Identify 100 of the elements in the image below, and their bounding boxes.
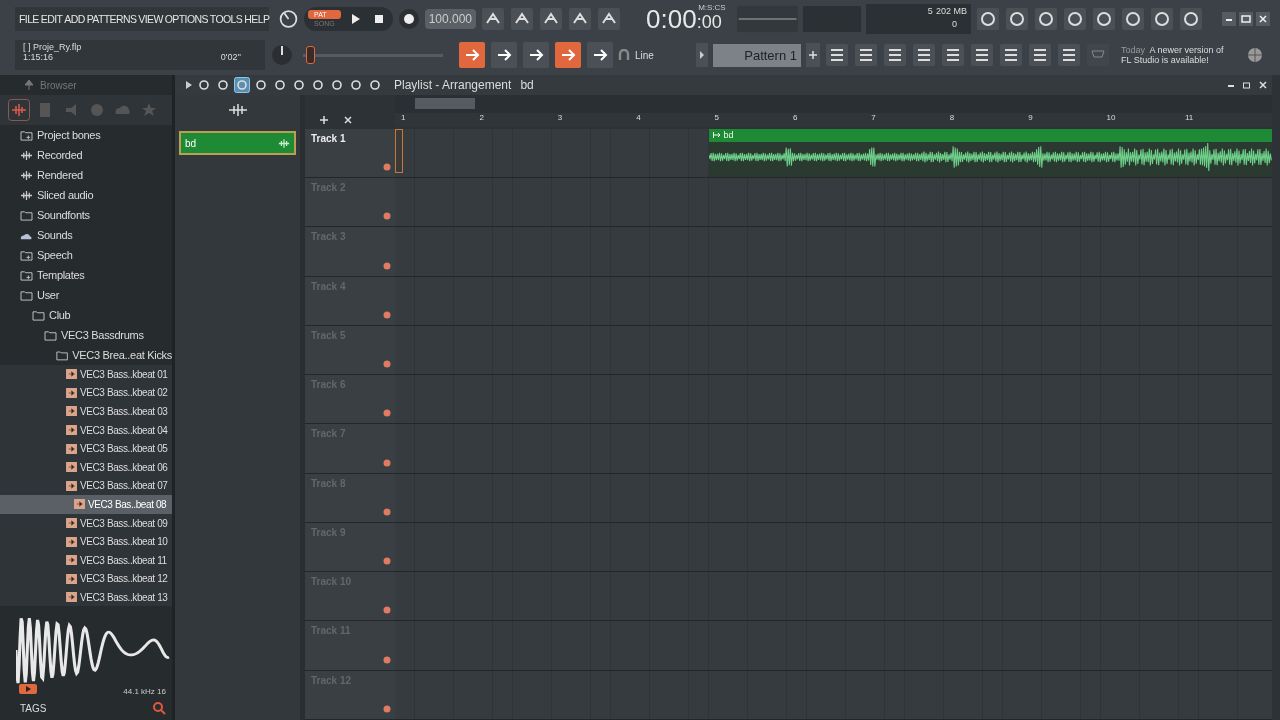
browser-item[interactable]: Sounds <box>0 225 172 245</box>
master-pitch-knob[interactable] <box>270 43 294 67</box>
bar-number: 4 <box>636 113 642 124</box>
menu-item[interactable]: VIEW <box>138 13 163 25</box>
browser-item[interactable]: Templates <box>0 265 172 285</box>
sample-file[interactable]: VEC3 Bass..kbeat 11 <box>0 550 172 570</box>
memory-reading: 202 MB <box>935 6 967 16</box>
tempo-field[interactable]: 100.000 <box>424 9 477 29</box>
track-enable-icon[interactable] <box>383 212 391 221</box>
arrow-right-icon <box>712 132 721 139</box>
folder-icon <box>56 349 69 361</box>
menu-item[interactable]: TOOLS <box>209 13 243 25</box>
pitch-slider[interactable] <box>303 46 443 64</box>
audio-file-icon <box>66 406 77 417</box>
news-panel[interactable]: Today A newer version of FL Studio is available! <box>1121 45 1263 65</box>
audio-clip[interactable]: bd <box>708 128 1272 178</box>
bar-number: 10 <box>1106 113 1117 124</box>
browser-item[interactable]: Sliced audio <box>0 185 172 205</box>
snap-selector[interactable]: Line <box>635 49 691 61</box>
pattern-clip[interactable]: bd <box>179 131 296 155</box>
track-enable-icon[interactable] <box>383 310 391 319</box>
globe-icon[interactable] <box>1247 47 1263 63</box>
audio-file-icon <box>66 592 77 603</box>
slider-thumb[interactable] <box>305 46 315 64</box>
browser-item[interactable]: Project bones <box>0 125 172 145</box>
menu-item[interactable]: EDIT <box>40 13 63 25</box>
timeline-ruler[interactable]: 1 2 3 4 5 6 7 8 9 10 11 <box>395 113 1272 127</box>
menu-item[interactable]: HELP <box>244 13 270 25</box>
clip-name: bd <box>185 137 197 149</box>
track-enable-icon[interactable] <box>383 458 391 467</box>
sample-file[interactable]: VEC3 Bass..kbeat 02 <box>0 383 172 403</box>
add-pattern-icon[interactable] <box>806 43 820 67</box>
close-icon[interactable] <box>343 114 353 125</box>
browser-item[interactable]: User <box>0 285 172 305</box>
news-message[interactable]: Today A newer version of FL Studio is available! <box>1121 45 1233 65</box>
caret-icon[interactable] <box>696 43 708 67</box>
track-enable-icon[interactable] <box>383 557 391 566</box>
track-name: Track 1 <box>311 132 346 144</box>
clip-name: bd <box>723 130 734 141</box>
track-header[interactable]: Track 1 <box>305 128 395 178</box>
track-enable-icon[interactable] <box>383 261 391 270</box>
track-enable-icon[interactable] <box>383 163 391 172</box>
arrow-right-icon[interactable] <box>491 42 517 68</box>
track-enable-icon[interactable] <box>383 606 391 615</box>
menu-item[interactable]: FILE <box>19 13 39 25</box>
song-position: 1:15:16 <box>23 52 54 62</box>
play-icon[interactable] <box>19 684 37 694</box>
track-enable-icon[interactable] <box>383 507 391 516</box>
waveform-icon[interactable] <box>227 104 248 116</box>
sample-file[interactable]: VEC3 Bass..kbeat 07 <box>0 476 172 496</box>
record-icon[interactable] <box>397 8 420 30</box>
search-icon[interactable] <box>152 701 166 715</box>
sample-file[interactable]: VEC3 Bass..kbeat 10 <box>0 532 172 551</box>
folder-plus-icon <box>20 269 33 281</box>
sample-file[interactable]: VEC3 Bass..kbeat 01 <box>0 365 172 384</box>
track-enable-icon[interactable] <box>383 409 391 418</box>
browser-title: Browser <box>40 79 77 91</box>
minimize-icon[interactable] <box>1222 12 1236 26</box>
pattern-breadcrumb[interactable]: bd <box>520 78 534 92</box>
track-enable-icon[interactable] <box>383 360 391 369</box>
sample-file[interactable]: VEC3 Bass..kbeat 12 <box>0 569 172 589</box>
folder-icon <box>44 329 57 341</box>
sample-file[interactable]: VEC3 Bass..kbeat 03 <box>0 402 172 421</box>
bar-number: 1 <box>401 113 407 124</box>
sample-file[interactable]: VEC3 Bass..kbeat 09 <box>0 513 172 533</box>
waveform-tab-icon[interactable] <box>8 99 30 121</box>
menu-item[interactable]: PATTERNS <box>86 13 137 25</box>
master-volume-knob[interactable] <box>278 7 300 31</box>
playlist-title: Playlist - Arrangement <box>394 78 512 92</box>
browser-item[interactable]: VEC3 Bassdrums <box>0 325 172 345</box>
browser-item[interactable]: Soundfonts <box>0 205 172 225</box>
add-track-icon[interactable] <box>319 114 329 125</box>
menu-item[interactable]: OPTIONS <box>164 13 208 25</box>
pattern-selector[interactable]: Pattern 1 <box>713 43 801 67</box>
restore-icon[interactable] <box>1242 80 1252 90</box>
close-icon[interactable] <box>1256 12 1270 26</box>
sample-file[interactable]: VEC3 Bass..kbeat 04 <box>0 420 172 440</box>
maximize-icon[interactable] <box>1239 12 1253 26</box>
track-lane[interactable]: bd <box>395 128 1272 178</box>
sample-file[interactable]: VEC3 Bass..kbeat 13 <box>0 588 172 606</box>
browser-item[interactable]: VEC3 Brea..eat Kicks <box>0 345 172 365</box>
browser-item[interactable]: Recorded <box>0 145 172 165</box>
close-icon[interactable] <box>1258 80 1268 90</box>
sample-file[interactable]: VEC3 Bass..kbeat 05 <box>0 439 172 458</box>
menu-item[interactable]: ADD <box>64 13 85 25</box>
track-enable-icon[interactable] <box>383 704 391 713</box>
browser-item[interactable]: Club <box>0 305 172 325</box>
sample-file[interactable]: VEC3 Bas..beat 08 <box>0 495 172 514</box>
arrow-right-icon[interactable] <box>185 80 193 90</box>
browser-item[interactable]: Rendered <box>0 165 172 185</box>
arrow-up-icon[interactable] <box>24 79 34 91</box>
audio-file-icon <box>66 573 77 584</box>
folder-icon <box>32 309 45 321</box>
browser-item[interactable]: Speech <box>0 245 172 265</box>
bar-number: 7 <box>871 113 877 124</box>
bar-number: 11 <box>1184 113 1195 124</box>
audio-file-icon <box>66 480 77 491</box>
sample-file[interactable]: VEC3 Bass..kbeat 06 <box>0 457 172 477</box>
bar-number: 6 <box>792 113 799 124</box>
track-enable-icon[interactable] <box>383 655 391 664</box>
